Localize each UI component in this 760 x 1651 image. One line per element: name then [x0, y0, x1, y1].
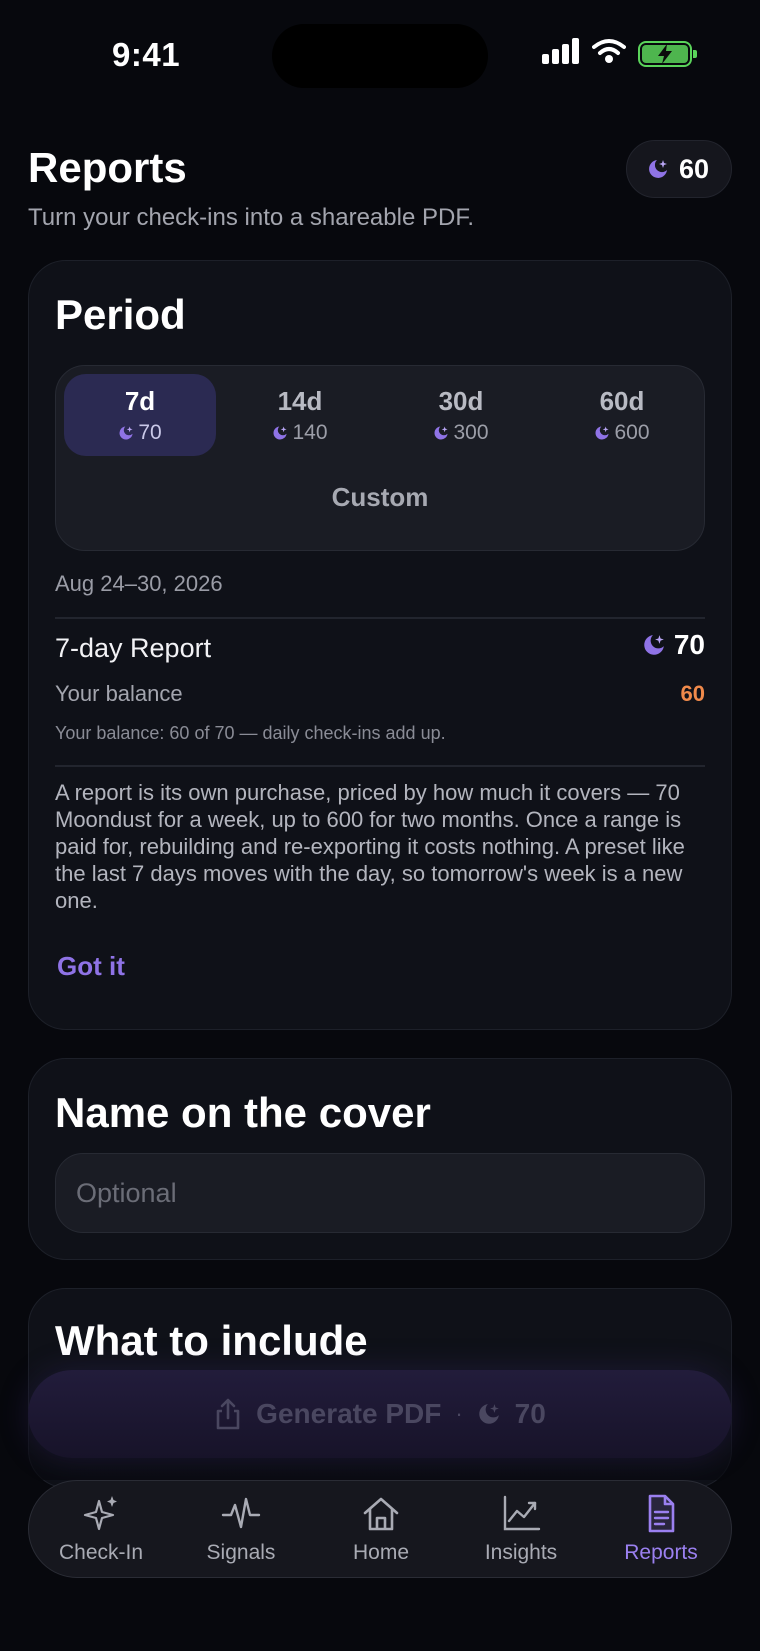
- share-icon: [216, 1398, 240, 1430]
- tab-label: Check-In: [58, 1541, 144, 1564]
- signal-icon: [542, 38, 580, 69]
- moondust-balance-badge[interactable]: 60: [625, 140, 732, 198]
- page-title: Reports: [28, 144, 187, 191]
- cover-name-input[interactable]: Optional: [55, 1153, 705, 1233]
- reports-screen: 9:41 Reports Turn your check-ins into a …: [0, 0, 760, 1651]
- include-title: What to include: [55, 1317, 368, 1364]
- period-title: Period: [55, 291, 186, 338]
- moondust-icon: [119, 426, 133, 440]
- report-price-value: 70: [673, 629, 705, 660]
- period-option-label: 14d: [277, 386, 323, 416]
- divider: [55, 617, 705, 619]
- tab-check-in[interactable]: Check-In: [31, 1493, 171, 1565]
- status-time: 9:41: [112, 36, 181, 73]
- period-option-cost: 600: [614, 421, 650, 444]
- pulse-icon: [171, 1493, 311, 1537]
- moondust-icon: [478, 1404, 499, 1424]
- dynamic-island: [272, 24, 488, 88]
- status-icons: [542, 38, 697, 69]
- battery-charging-icon: [638, 40, 697, 67]
- generate-pdf-button[interactable]: Generate PDF · 70: [28, 1370, 732, 1458]
- moondust-icon: [434, 426, 449, 440]
- balance-value: 60: [678, 153, 709, 184]
- cover-name-card: Name on the cover Optional: [28, 1058, 732, 1260]
- period-option-label: 30d: [438, 386, 484, 416]
- period-option-cost: 70: [138, 421, 162, 444]
- period-selector: 7d 70 14d 140 30d 300 60d 600 Custom: [55, 365, 705, 551]
- separator-dot: ·: [455, 1401, 463, 1426]
- period-option-7d[interactable]: 7d 70: [64, 374, 216, 456]
- period-option-30d[interactable]: 30d 300: [385, 374, 537, 456]
- moondust-icon: [644, 635, 664, 655]
- tab-label: Reports: [624, 1541, 698, 1564]
- got-it-button[interactable]: Got it: [57, 951, 125, 982]
- tab-reports[interactable]: Reports: [591, 1493, 731, 1565]
- balance-amount: 60: [680, 681, 705, 706]
- tab-insights[interactable]: Insights: [451, 1493, 591, 1565]
- wifi-icon: [592, 38, 626, 69]
- generate-label: Generate PDF: [256, 1398, 442, 1429]
- moondust-icon: [647, 158, 669, 180]
- report-name: 7-day Report: [55, 633, 212, 663]
- tab-label: Signals: [206, 1541, 276, 1564]
- period-option-cost: 140: [292, 421, 328, 444]
- balance-label: Your balance: [55, 681, 183, 706]
- divider: [55, 765, 705, 767]
- pricing-explanation: A report is its own purchase, priced by …: [55, 780, 685, 913]
- period-option-60d[interactable]: 60d 600: [546, 374, 698, 456]
- tab-label: Home: [352, 1541, 410, 1564]
- period-option-label: 7d: [124, 386, 156, 416]
- period-card: Period 7d 70 14d 140 30d 300 60d 600 Cus…: [28, 260, 732, 1030]
- period-option-cost: 300: [453, 421, 489, 444]
- page-subtitle: Turn your check-ins into a shareable PDF…: [28, 204, 474, 231]
- report-price: 70: [642, 629, 705, 661]
- tab-home[interactable]: Home: [311, 1493, 451, 1565]
- date-range: Aug 24–30, 2026: [55, 571, 223, 596]
- document-icon: [591, 1493, 731, 1537]
- status-bar: 9:41: [0, 0, 760, 110]
- tab-bar: Check-In Signals Home Insights Reports: [28, 1480, 732, 1578]
- tab-label: Insights: [484, 1541, 558, 1564]
- cover-name-title: Name on the cover: [55, 1089, 431, 1136]
- chart-line-icon: [451, 1493, 591, 1537]
- moondust-icon: [595, 426, 610, 440]
- house-icon: [311, 1493, 451, 1537]
- period-option-14d[interactable]: 14d 140: [224, 374, 376, 456]
- moondust-icon: [273, 426, 288, 440]
- generate-cost: 70: [514, 1398, 546, 1429]
- period-option-custom[interactable]: Custom: [56, 482, 704, 513]
- tab-signals[interactable]: Signals: [171, 1493, 311, 1565]
- sparkles-icon: [31, 1493, 171, 1537]
- period-option-label: 60d: [599, 386, 645, 416]
- balance-note: Your balance: 60 of 70 — daily check-ins…: [55, 723, 446, 743]
